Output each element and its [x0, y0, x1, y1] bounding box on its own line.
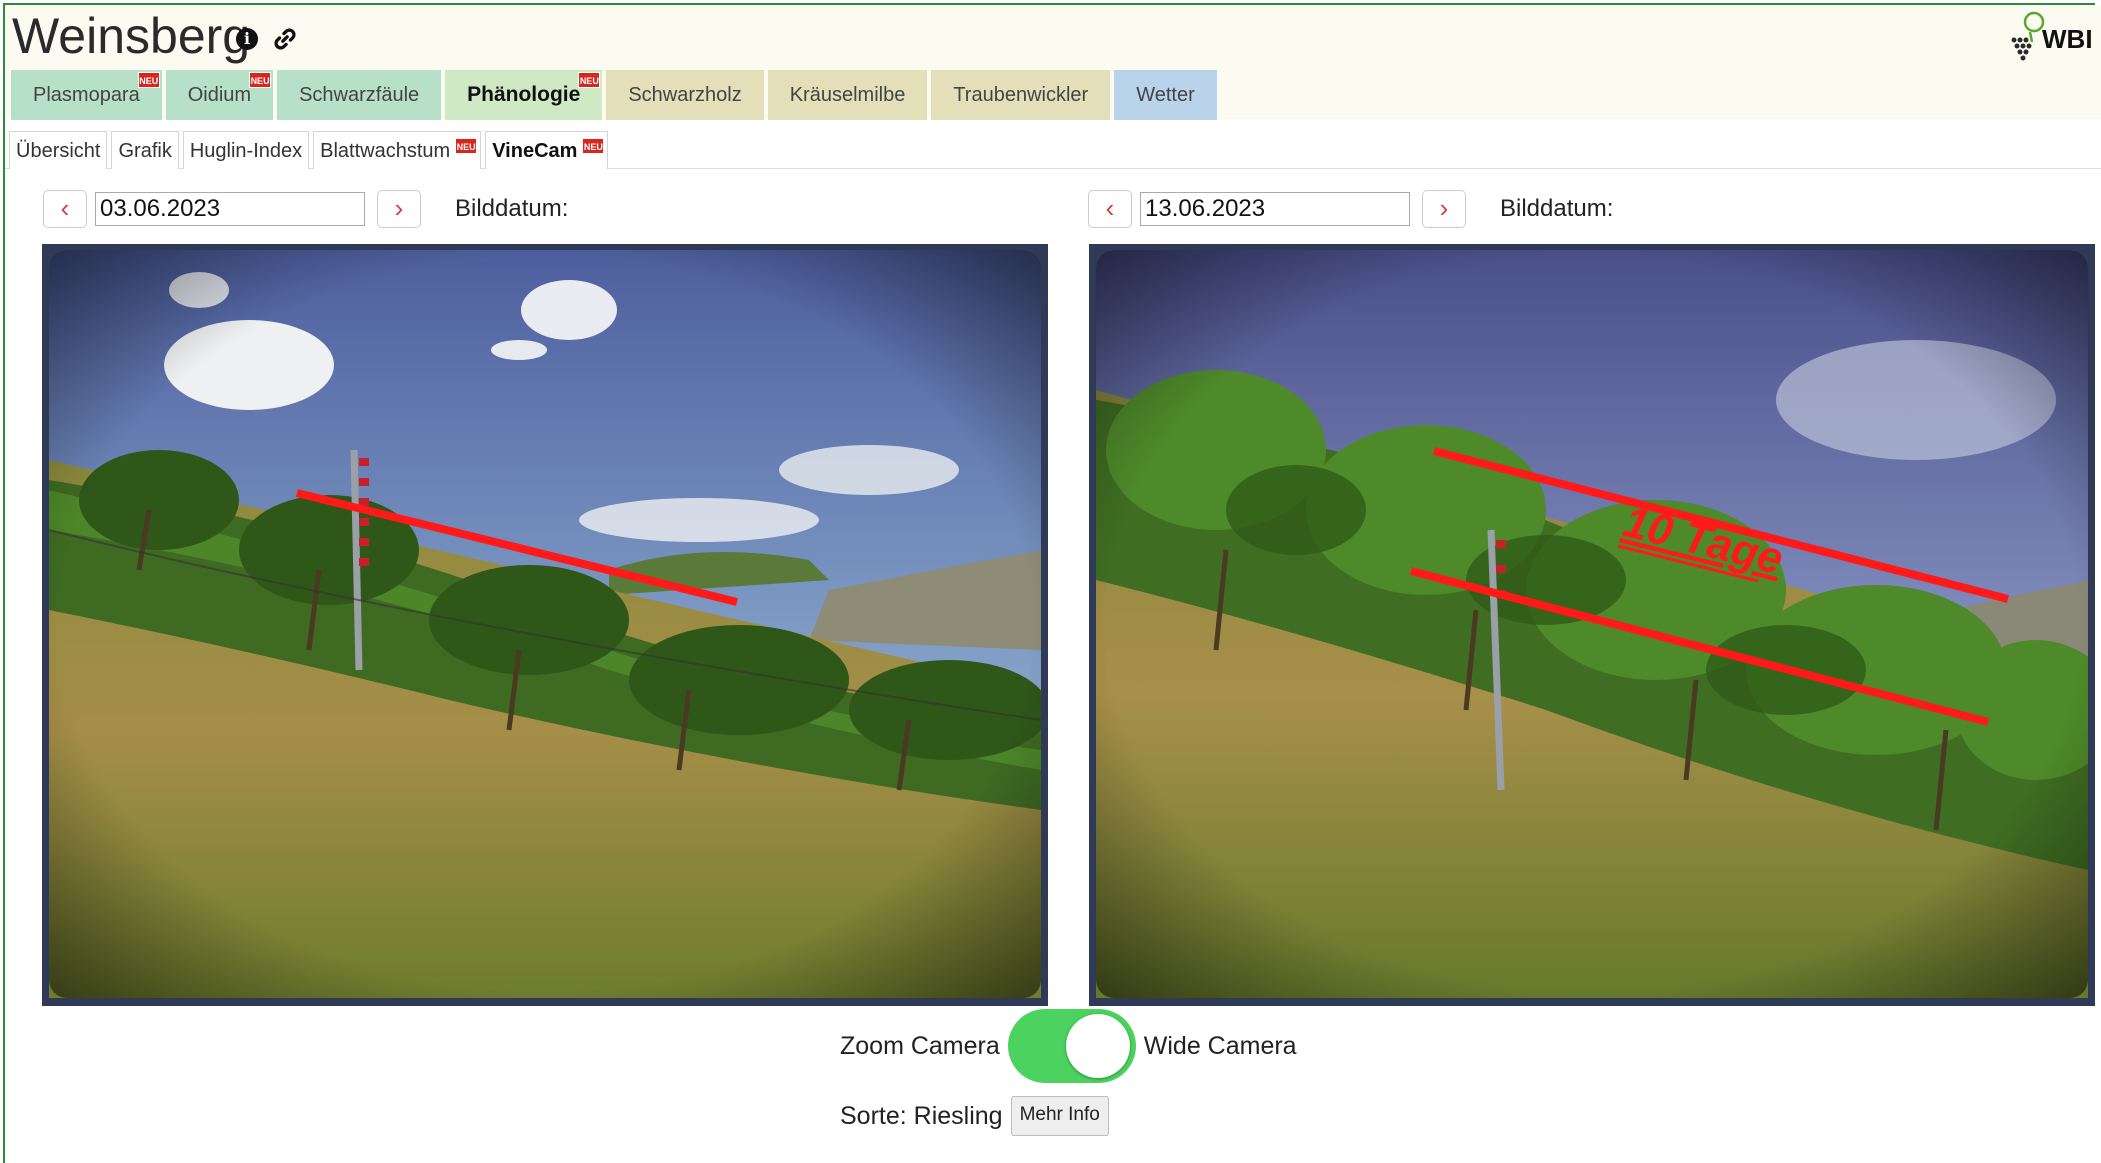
right-vinecam-image: 10 Tage — [1089, 244, 2095, 1006]
link-icon[interactable] — [272, 26, 298, 52]
next-date-button[interactable]: › — [377, 190, 421, 228]
tab-label: Phänologie — [467, 83, 581, 106]
subtab-vinecam[interactable]: VineCam NEU — [485, 131, 609, 169]
tab-label: Traubenwickler — [953, 84, 1089, 106]
tab-label: Kräuselmilbe — [789, 84, 906, 106]
tab-label: Schwarzholz — [628, 84, 742, 106]
right-date-bar: ‹ › Bilddatum: — [1088, 189, 1613, 229]
left-date-bar: ‹ › Bilddatum: — [43, 189, 568, 229]
tab-oidium[interactable]: Oidium NEU — [165, 70, 274, 120]
tab-wetter[interactable]: Wetter — [1114, 70, 1217, 120]
left-vinecam-image — [42, 244, 1048, 1006]
prev-date-button[interactable]: ‹ — [43, 190, 87, 228]
tab-label: Plasmopara — [33, 84, 140, 106]
subtab-huglin-index[interactable]: Huglin-Index — [182, 131, 310, 169]
left-date-input[interactable] — [95, 192, 365, 226]
neu-badge: NEU — [582, 138, 605, 154]
variety-label: Sorte: Riesling — [840, 1101, 1003, 1130]
vineyard-photo: 10 Tage — [1096, 250, 2088, 998]
subtab-grafik[interactable]: Grafik — [111, 131, 179, 169]
vineyard-photo — [49, 250, 1041, 998]
wide-camera-label: Wide Camera — [1143, 1031, 1297, 1060]
tab-schwarzfaeule[interactable]: Schwarzfäule — [277, 70, 442, 120]
tab-traubenwickler[interactable]: Traubenwickler — [931, 70, 1111, 120]
camera-toggle-row: Zoom Camera Wide Camera — [840, 1009, 1297, 1083]
variety-row: Sorte: Riesling Mehr Info — [840, 1096, 1109, 1136]
neu-badge: NEU — [455, 138, 478, 154]
page-title: Weinsberg — [12, 8, 251, 64]
more-info-button[interactable]: Mehr Info — [1010, 1096, 1109, 1136]
tab-label: Oidium — [187, 84, 252, 106]
tab-phaenologie[interactable]: Phänologie NEU — [445, 70, 603, 120]
toggle-knob — [1065, 1014, 1130, 1078]
subtab-uebersicht[interactable]: Übersicht — [9, 131, 108, 169]
zoom-camera-label: Zoom Camera — [840, 1031, 1000, 1060]
bilddatum-label: Bilddatum: — [1500, 195, 1614, 222]
tab-plasmopara[interactable]: Plasmopara NEU — [11, 70, 162, 120]
next-date-button[interactable]: › — [1422, 190, 1466, 228]
bilddatum-label: Bilddatum: — [455, 195, 569, 222]
subtab-blattwachstum[interactable]: Blattwachstum NEU — [313, 131, 482, 169]
tab-label: Schwarzfäule — [299, 84, 420, 106]
info-icon[interactable]: i — [236, 28, 258, 50]
tab-label: Wetter — [1136, 84, 1195, 106]
camera-toggle-switch[interactable] — [1007, 1009, 1136, 1083]
neu-badge: NEU — [578, 72, 601, 88]
neu-badge: NEU — [137, 72, 160, 88]
title-icons: i — [236, 26, 298, 52]
tab-schwarzholz[interactable]: Schwarzholz — [606, 70, 764, 120]
tab-label: VineCam — [492, 140, 578, 162]
right-date-input[interactable] — [1140, 192, 1410, 226]
prev-date-button[interactable]: ‹ — [1088, 190, 1132, 228]
tab-kraeuselmilbe[interactable]: Kräuselmilbe — [767, 70, 928, 120]
logo-text: WBI — [2042, 24, 2093, 54]
sub-tabs: Übersicht Grafik Huglin-Index Blattwachs… — [9, 131, 609, 169]
main-tabs: Plasmopara NEU Oidium NEU Schwarzfäule Phä… — [11, 70, 1217, 120]
tab-label: Blattwachstum — [320, 140, 451, 162]
neu-badge: NEU — [249, 72, 272, 88]
